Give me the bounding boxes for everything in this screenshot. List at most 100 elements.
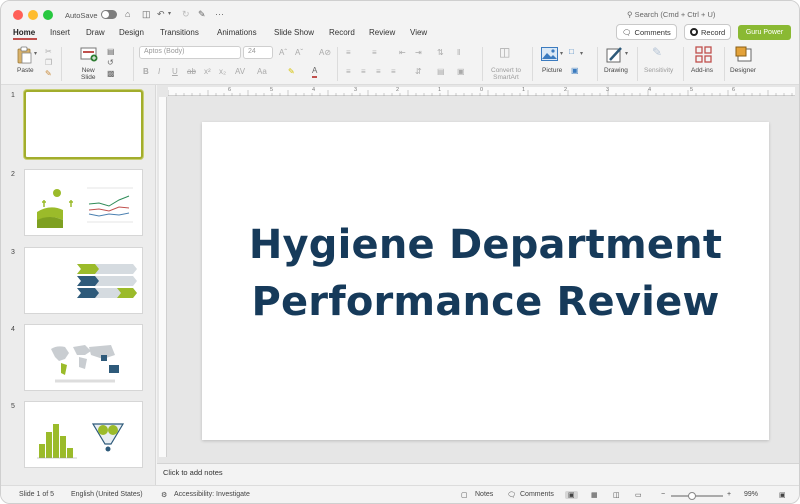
ruler-number: 2 <box>564 87 568 93</box>
text-direction-icon[interactable]: ⇵ <box>415 67 422 77</box>
save-icon[interactable]: ◫ <box>142 9 151 19</box>
tab-animations[interactable]: Animations <box>217 28 257 37</box>
comments-toggle[interactable]: Comments <box>520 491 554 498</box>
line-spacing-icon[interactable]: ⇅ <box>437 48 444 58</box>
layout-icon[interactable]: ▤ <box>107 47 115 57</box>
close-window-button[interactable] <box>13 10 23 20</box>
accessibility-status[interactable]: Accessibility: Investigate <box>174 491 250 498</box>
decrease-indent-icon[interactable]: ⇤ <box>399 48 406 58</box>
format-painter-icon[interactable]: ✎ <box>45 69 52 79</box>
font-size-select[interactable]: 24 <box>243 46 273 59</box>
text-box-icon[interactable]: ▣ <box>457 67 465 77</box>
tab-view[interactable]: View <box>410 28 427 37</box>
slide-thumbnail-5[interactable] <box>24 401 143 468</box>
increase-font-size-icon[interactable]: Aˆ <box>279 48 287 58</box>
columns-icon[interactable]: ‖ <box>457 48 460 58</box>
language-indicator[interactable]: English (United States) <box>71 491 143 498</box>
redo-icon[interactable]: ↻ <box>182 9 190 19</box>
slide-sorter-icon[interactable]: ▦ <box>591 491 598 499</box>
smartart-icon[interactable]: ◫ <box>499 46 510 58</box>
justify-icon[interactable]: ≡ <box>391 67 396 77</box>
italic-icon[interactable]: I <box>158 67 160 77</box>
section-icon[interactable]: ▩ <box>107 69 115 79</box>
reset-icon[interactable]: ↺ <box>107 58 114 68</box>
superscript-icon[interactable]: x² <box>204 67 211 77</box>
more-options-icon[interactable]: ··· <box>215 9 224 19</box>
slide-thumbnail-2[interactable] <box>24 169 143 236</box>
zoom-window-button[interactable] <box>43 10 53 20</box>
align-left-icon[interactable]: ≡ <box>346 67 351 77</box>
slide-show-icon[interactable]: ▭ <box>635 491 642 499</box>
designer-icon[interactable] <box>735 46 752 63</box>
drawing-icon[interactable] <box>606 46 624 63</box>
shapes-icon[interactable]: □ <box>569 47 574 57</box>
tab-record[interactable]: Record <box>329 28 355 37</box>
search-field[interactable]: ⚲ Search (Cmd + Ctrl + U) <box>627 10 715 19</box>
increase-indent-icon[interactable]: ⇥ <box>415 48 422 58</box>
slide-title[interactable]: Hygiene Department Performance Review <box>202 217 769 331</box>
sensitivity-icon[interactable]: ✎ <box>652 46 662 58</box>
drawing-dropdown-icon[interactable]: ▾ <box>625 49 628 59</box>
add-ins-icon[interactable] <box>695 46 712 63</box>
active-tab-indicator <box>13 38 37 40</box>
zoom-in-icon[interactable]: + <box>727 491 731 498</box>
paste-dropdown-icon[interactable]: ▾ <box>34 50 37 57</box>
zoom-level[interactable]: 99% <box>744 491 758 498</box>
tab-slide-show[interactable]: Slide Show <box>274 28 314 37</box>
slide-thumbnail-1[interactable] <box>24 90 143 159</box>
tab-review[interactable]: Review <box>369 28 395 37</box>
decrease-font-size-icon[interactable]: Aˇ <box>295 48 303 58</box>
font-name-select[interactable]: Aptos (Body) <box>139 46 241 59</box>
subscript-icon[interactable]: x₂ <box>219 67 226 77</box>
guru-power-button[interactable]: Guru Power <box>738 25 791 40</box>
clear-formatting-icon[interactable]: A⊘ <box>319 48 331 58</box>
ruler-number: 6 <box>732 87 736 93</box>
paste-icon[interactable] <box>16 46 32 64</box>
tab-insert[interactable]: Insert <box>50 28 70 37</box>
minimize-window-button[interactable] <box>28 10 38 20</box>
normal-view-icon[interactable]: ▣ <box>565 491 578 499</box>
customize-icon[interactable]: ✎ <box>198 9 206 19</box>
align-center-icon[interactable]: ≡ <box>361 67 366 77</box>
bullets-icon[interactable]: ≡ <box>346 48 351 58</box>
underline-icon[interactable]: U <box>172 67 178 77</box>
vertical-ruler[interactable] <box>159 97 167 457</box>
notes-toggle[interactable]: Notes <box>475 491 493 498</box>
align-text-icon[interactable]: ▤ <box>437 67 445 77</box>
new-slide-icon[interactable] <box>80 46 98 62</box>
comments-button[interactable]: 🗨 Comments <box>616 24 677 40</box>
record-button[interactable]: Record <box>684 24 732 40</box>
shapes-dropdown-icon[interactable]: ▾ <box>580 49 583 59</box>
tab-draw[interactable]: Draw <box>86 28 105 37</box>
picture-icon[interactable] <box>541 47 558 61</box>
highlight-icon[interactable]: ✎ <box>288 67 295 77</box>
font-color-icon[interactable]: A <box>312 66 318 78</box>
textbox-insert-icon[interactable]: ▣ <box>571 66 579 76</box>
tab-home[interactable]: Home <box>13 28 35 37</box>
autosave-toggle[interactable] <box>101 10 117 19</box>
undo-dropdown-icon[interactable]: ▾ <box>168 9 171 19</box>
zoom-slider-thumb[interactable] <box>688 492 696 500</box>
tab-transitions[interactable]: Transitions <box>160 28 199 37</box>
bold-icon[interactable]: B <box>143 67 149 77</box>
tab-design[interactable]: Design <box>119 28 144 37</box>
fit-slide-icon[interactable]: ▣ <box>779 491 786 499</box>
picture-dropdown-icon[interactable]: ▾ <box>560 49 563 59</box>
reading-view-icon[interactable]: ◫ <box>613 491 620 499</box>
undo-icon[interactable]: ↶ <box>157 9 165 19</box>
copy-icon[interactable]: ❐ <box>45 58 52 68</box>
current-slide[interactable]: Hygiene Department Performance Review <box>202 122 769 440</box>
cut-icon[interactable]: ✂ <box>45 47 52 57</box>
numbering-icon[interactable]: ≡ <box>372 48 377 58</box>
home-icon[interactable]: ⌂ <box>125 9 130 19</box>
align-right-icon[interactable]: ≡ <box>376 67 381 77</box>
strikethrough-icon[interactable]: ab <box>187 67 196 77</box>
notes-pane[interactable]: Click to add notes <box>157 463 799 484</box>
character-spacing-icon[interactable]: AV <box>235 67 245 77</box>
slide-thumbnail-4[interactable] <box>24 324 143 391</box>
zoom-out-icon[interactable]: − <box>661 491 665 498</box>
change-case-icon[interactable]: Aa <box>257 67 267 77</box>
horizontal-ruler[interactable]: 6 5 4 3 2 1 0 1 2 3 4 5 6 <box>168 87 795 96</box>
zoom-slider[interactable] <box>671 495 723 497</box>
slide-thumbnail-3[interactable] <box>24 247 143 314</box>
